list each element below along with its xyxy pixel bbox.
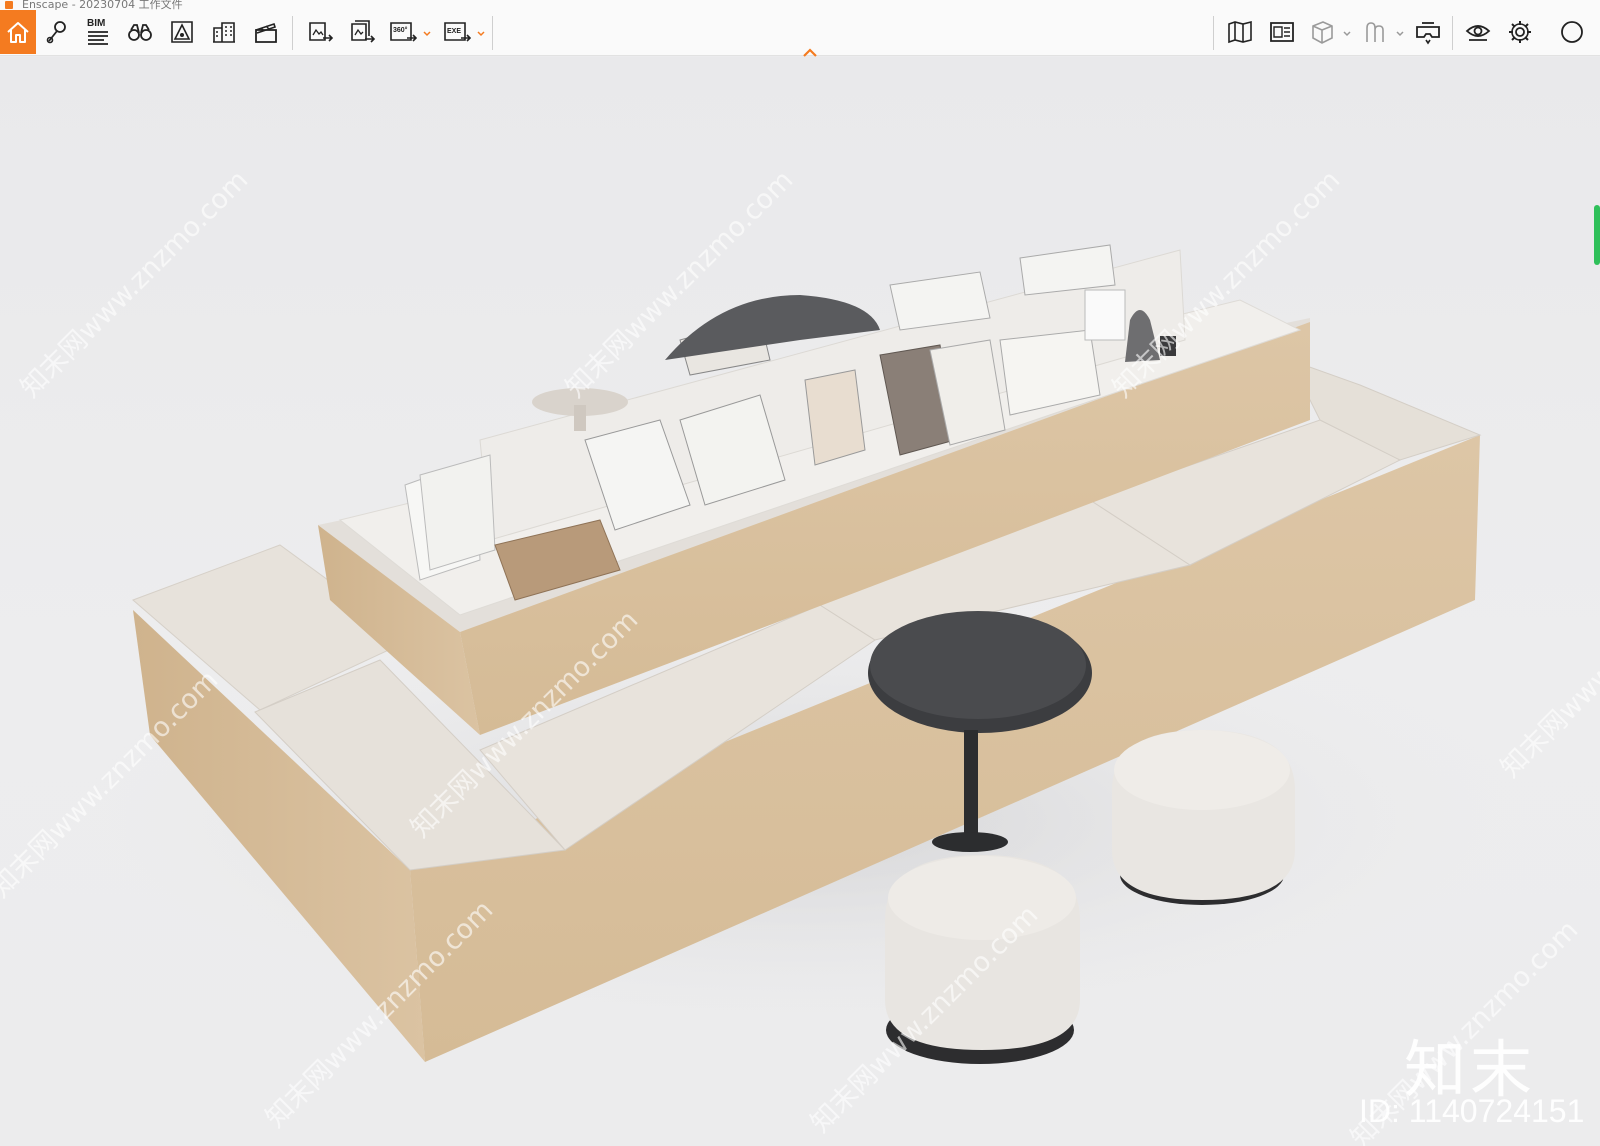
panorama-export-button[interactable]: 360°	[385, 14, 421, 50]
people-icon	[1366, 22, 1384, 42]
batch-export-button[interactable]	[344, 14, 380, 50]
export-exe-icon: EXE	[444, 22, 471, 42]
side-table-stem	[964, 730, 978, 840]
cube-icon	[1312, 21, 1333, 44]
vr-headset-icon	[1416, 22, 1440, 45]
feedback-button[interactable]	[1555, 14, 1585, 50]
chevron-down-icon	[1396, 31, 1404, 37]
video-editor-button[interactable]	[248, 14, 284, 50]
cube-dropdown-caret[interactable]	[1342, 26, 1352, 37]
buildings-icon	[213, 22, 235, 43]
minimap-icon	[1270, 22, 1294, 42]
toolbar-separator	[492, 16, 493, 50]
atmosphere-button[interactable]	[164, 14, 200, 50]
clapperboard-icon	[255, 22, 277, 43]
chevron-down-icon	[423, 31, 431, 37]
settings-button[interactable]	[1502, 14, 1538, 50]
decor-bowl-stem	[574, 405, 586, 431]
chevron-down-icon	[477, 31, 485, 37]
visibility-button[interactable]	[1460, 14, 1496, 50]
binoculars-icon	[128, 24, 152, 41]
visual-settings-button[interactable]	[122, 14, 158, 50]
side-progress-indicator[interactable]	[1594, 205, 1600, 265]
asset-library-button[interactable]	[206, 14, 242, 50]
app-logo-icon	[5, 1, 13, 9]
side-table-base	[932, 832, 1008, 852]
toolbar-separator	[1452, 16, 1453, 50]
render-viewport[interactable]: 知末网www.znzmo.com 知末网www.znzmo.com 知末网www…	[0, 57, 1600, 1146]
feedback-icon	[1561, 21, 1583, 43]
toolbar-separator	[1213, 16, 1214, 50]
svg-text:360°: 360°	[393, 26, 408, 34]
map-pin-icon	[46, 21, 66, 44]
panorama-dropdown-caret[interactable]	[422, 26, 432, 37]
chevron-down-icon	[1343, 31, 1351, 37]
people-button[interactable]	[1357, 14, 1393, 50]
decor-frame	[1084, 289, 1126, 341]
gear-icon	[1509, 21, 1531, 43]
bim-label: BIM	[87, 18, 106, 29]
vr-button[interactable]	[1410, 14, 1446, 50]
window-title: Enscape - 20230704 工作文件	[22, 0, 183, 10]
eye-icon	[1465, 25, 1491, 41]
svg-text:EXE: EXE	[447, 28, 461, 35]
home-button[interactable]	[0, 10, 36, 54]
export-image-icon	[309, 22, 334, 42]
map-button[interactable]	[1222, 14, 1258, 50]
exe-export-button[interactable]: EXE	[439, 14, 475, 50]
window-titlebar: Enscape - 20230704 工作文件	[0, 0, 1600, 10]
people-dropdown-caret[interactable]	[1395, 26, 1405, 37]
minimap-button[interactable]	[1264, 14, 1300, 50]
views-button[interactable]	[40, 14, 76, 50]
export-screenshot-button[interactable]	[302, 14, 338, 50]
top-toolbar: BIM 360° EXE	[0, 10, 1600, 57]
atmosphere-icon	[171, 21, 193, 43]
rendered-scene	[80, 244, 1520, 1064]
exe-dropdown-caret[interactable]	[476, 26, 486, 37]
map-book-icon	[1228, 20, 1252, 44]
stool	[1112, 730, 1295, 905]
batch-export-icon	[351, 20, 376, 43]
side-table-surface	[870, 611, 1086, 719]
panorama-360-icon: 360°	[390, 22, 417, 42]
home-icon	[7, 22, 29, 43]
toolbar-separator	[292, 16, 293, 50]
image-id-label: ID: 1140724151	[1359, 1093, 1585, 1129]
cube-button[interactable]	[1304, 14, 1340, 50]
